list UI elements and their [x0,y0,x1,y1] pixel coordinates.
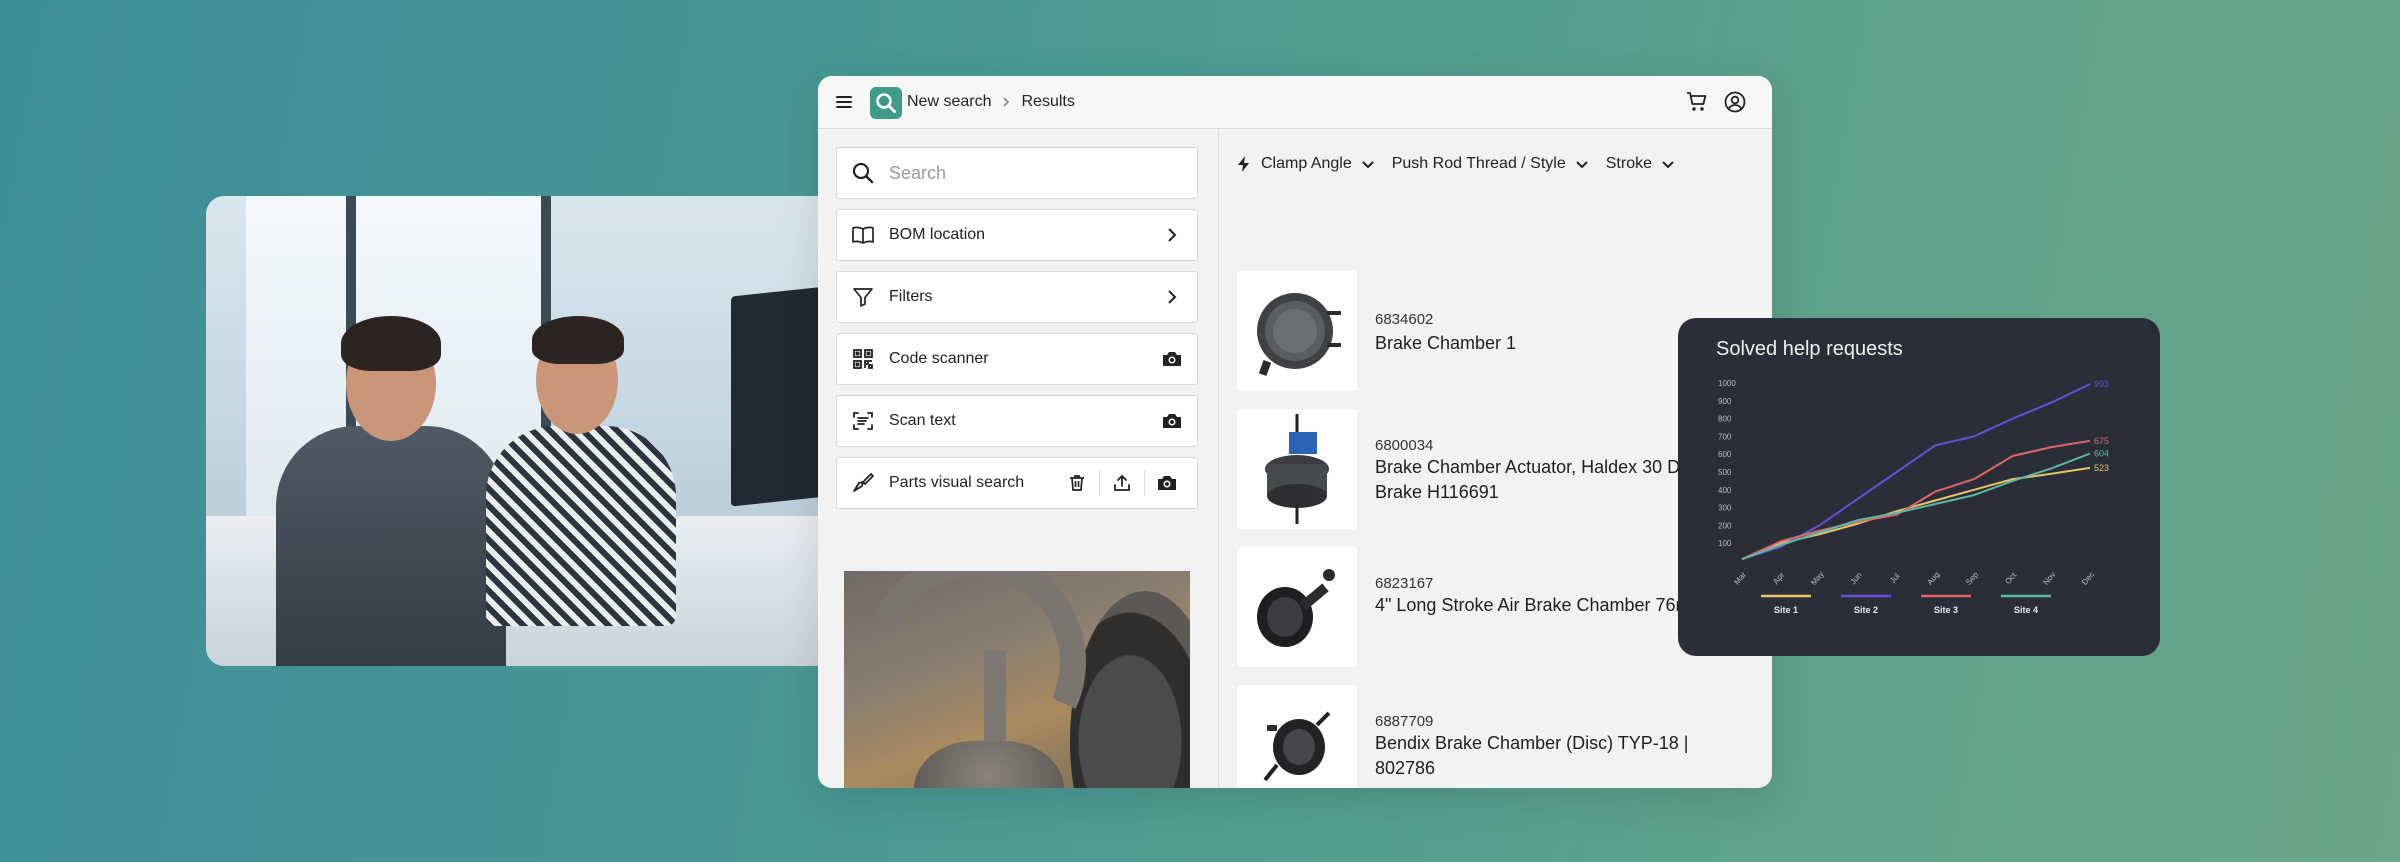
app-window: New search Results Search BOM location F… [818,76,1772,788]
filter-chip-label: Push Rod Thread / Style [1391,155,1566,172]
y-tick-label: 200 [1718,521,1732,530]
scan-text-label: Scan text [889,412,956,429]
y-tick-label: 500 [1718,468,1732,477]
y-tick-label: 400 [1718,486,1732,495]
series-end-label: 523 [2094,463,2109,473]
left-panel: Search BOM location Filters Code scanner… [818,129,1219,788]
x-tick-label: Nov [2041,570,2057,587]
series-end-label: 993 [2094,379,2109,389]
parts-visual-search-label: Parts visual search [889,474,1025,491]
series-line-1 [1741,466,2091,561]
photo-person [466,306,686,626]
scan-text-icon [851,409,875,433]
bom-location-button[interactable]: BOM location [836,209,1198,261]
product-thumbnail [1237,271,1357,391]
upload-icon[interactable] [1100,458,1144,508]
legend-label: Site 4 [2014,605,2038,615]
search-box[interactable]: Search [836,147,1198,199]
y-tick-label: 300 [1718,504,1732,513]
filter-chip-label: Stroke [1605,155,1652,172]
product-thumbnail [1237,409,1357,529]
filter-funnel-icon [851,285,875,309]
camera-icon[interactable] [1161,348,1183,370]
chevron-right-icon [1161,286,1183,308]
trash-icon[interactable] [1055,458,1099,508]
solved-requests-chart-card: Solved help requests 100 200 300 400 500 600 7… [1678,318,2160,656]
filter-chip-push-rod-thread[interactable]: Push Rod Thread / Style [1392,155,1590,173]
x-tick-label: Sep [1964,570,1980,587]
filter-chip-clamp-angle[interactable]: Clamp Angle [1261,155,1376,173]
y-tick-label: 1000 [1718,379,1736,388]
part-number: 6800034 [1375,437,1434,454]
camera-icon[interactable] [1145,458,1189,508]
x-tick-label: Jun [1848,571,1863,587]
filter-chip-label: Clamp Angle [1261,155,1352,172]
search-icon [851,161,875,185]
legend-label: Site 2 [1854,605,1878,615]
brush-icon [851,471,875,495]
chevron-down-icon [1360,156,1376,172]
office-photo [206,196,856,666]
line-chart: 100 200 300 400 500 600 700 800 900 1000 Mar Apr May… [1718,379,2109,615]
filter-chip-stroke[interactable]: Stroke [1606,155,1676,173]
hamburger-menu-icon[interactable] [832,90,856,114]
chevron-down-icon [1660,156,1676,172]
x-tick-label: May [1809,570,1826,587]
y-tick-label: 900 [1718,397,1732,406]
filter-chips: Clamp Angle Push Rod Thread / Style Stro… [1237,149,1692,179]
chevron-down-icon [1574,156,1590,172]
y-tick-label: 100 [1718,539,1732,548]
x-tick-label: Oct [2003,570,2018,586]
cart-icon[interactable] [1684,89,1710,115]
top-bar: New search Results [818,76,1772,129]
filters-label: Filters [889,288,933,305]
part-name: Bendix Brake Chamber (Disc) TYP-18 | 802… [1375,733,1689,778]
parts-visual-search-panel: Parts visual search [836,457,1198,509]
chevron-right-icon [1001,96,1011,108]
code-scanner-label: Code scanner [889,350,989,367]
book-icon [851,223,875,247]
user-account-icon[interactable] [1722,89,1748,115]
legend-label: Site 3 [1934,605,1958,615]
chevron-right-icon [1161,224,1183,246]
parts-visual-search-image [844,571,1190,788]
camera-icon[interactable] [1161,410,1183,432]
x-tick-label: Jul [1888,571,1902,585]
lightning-icon [1237,155,1251,173]
product-thumbnail [1237,547,1357,667]
code-scanner-button[interactable]: Code scanner [836,333,1198,385]
product-thumbnail [1237,685,1357,788]
result-item[interactable]: 6887709 Bendix Brake Chamber (Disc) TYP-… [1237,685,1767,788]
search-input[interactable]: Search [889,148,946,198]
y-tick-label: 800 [1718,415,1732,424]
breadcrumb-new-search[interactable]: New search [907,93,991,111]
series-line-2 [1741,383,2091,561]
x-tick-label: Mar [1732,570,1748,587]
bom-location-label: BOM location [889,226,986,243]
qr-code-icon [851,347,875,371]
x-tick-label: Aug [1925,570,1941,587]
part-number: 6887709 [1375,713,1434,730]
x-tick-label: Dec [2080,570,2096,587]
y-tick-label: 600 [1718,450,1732,459]
breadcrumb: New search Results [907,76,1075,128]
x-tick-label: Apr [1771,570,1786,586]
filters-button[interactable]: Filters [836,271,1198,323]
breadcrumb-results[interactable]: Results [1021,93,1074,111]
part-number: 6823167 [1375,575,1434,592]
legend-label: Site 1 [1774,605,1798,615]
part-number: 6834602 [1375,311,1434,328]
series-end-label: 675 [2094,436,2109,446]
y-tick-label: 700 [1718,432,1732,441]
app-logo-search-icon[interactable] [870,87,902,119]
scan-text-button[interactable]: Scan text [836,395,1198,447]
visual-search-tools [1055,458,1189,508]
series-end-label: 604 [2094,448,2109,458]
